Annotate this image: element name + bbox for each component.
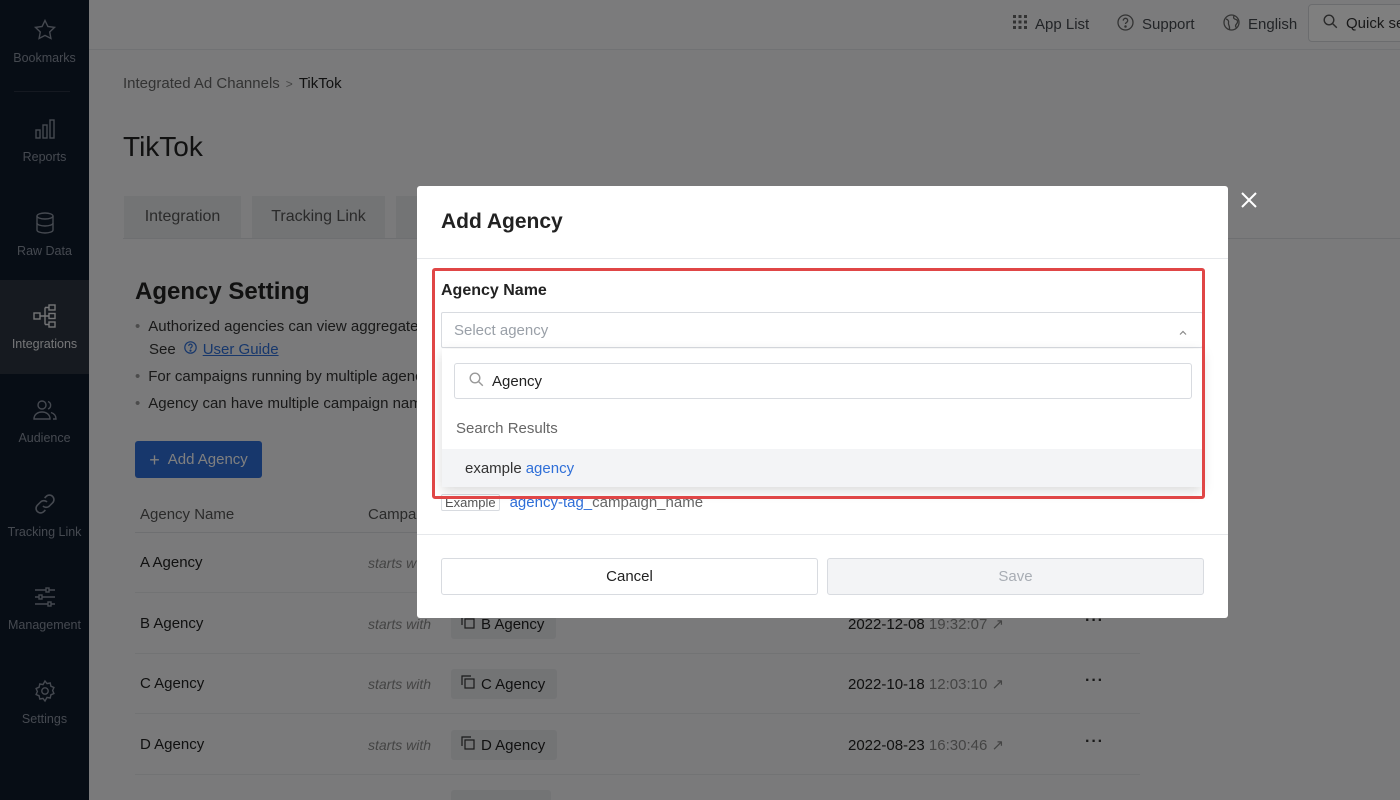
modal-footer-divider — [417, 534, 1228, 535]
agency-select-placeholder: Select agency — [454, 321, 549, 339]
agency-select[interactable]: Select agency — [441, 312, 1203, 348]
option-match: agency — [525, 459, 575, 477]
close-icon[interactable] — [1237, 188, 1261, 212]
agency-search-value: Agency — [492, 372, 543, 390]
agency-name-label: Agency Name — [441, 282, 547, 299]
search-results-caption: Search Results — [456, 420, 558, 437]
search-icon — [469, 371, 484, 391]
modal-title: Add Agency — [441, 210, 563, 233]
example-badge: Example — [441, 494, 500, 511]
agency-dropdown: Agency Search Results example agency — [442, 349, 1202, 487]
add-agency-modal: Add Agency Agency Name Select agency Exa… — [417, 186, 1228, 618]
example-hint: Example agency-tag_campaign_name — [441, 494, 703, 511]
option-prefix: example — [465, 459, 522, 477]
chevron-up-icon — [1178, 325, 1188, 342]
cancel-button[interactable]: Cancel — [441, 558, 818, 595]
example-campaign-name: campaign_name — [592, 494, 704, 511]
modal-header-divider — [417, 258, 1228, 259]
agency-search-input[interactable]: Agency — [454, 363, 1192, 399]
example-agency-tag: agency-tag_ — [509, 494, 593, 511]
save-button[interactable]: Save — [827, 558, 1204, 595]
agency-option[interactable]: example agency — [442, 449, 1202, 487]
